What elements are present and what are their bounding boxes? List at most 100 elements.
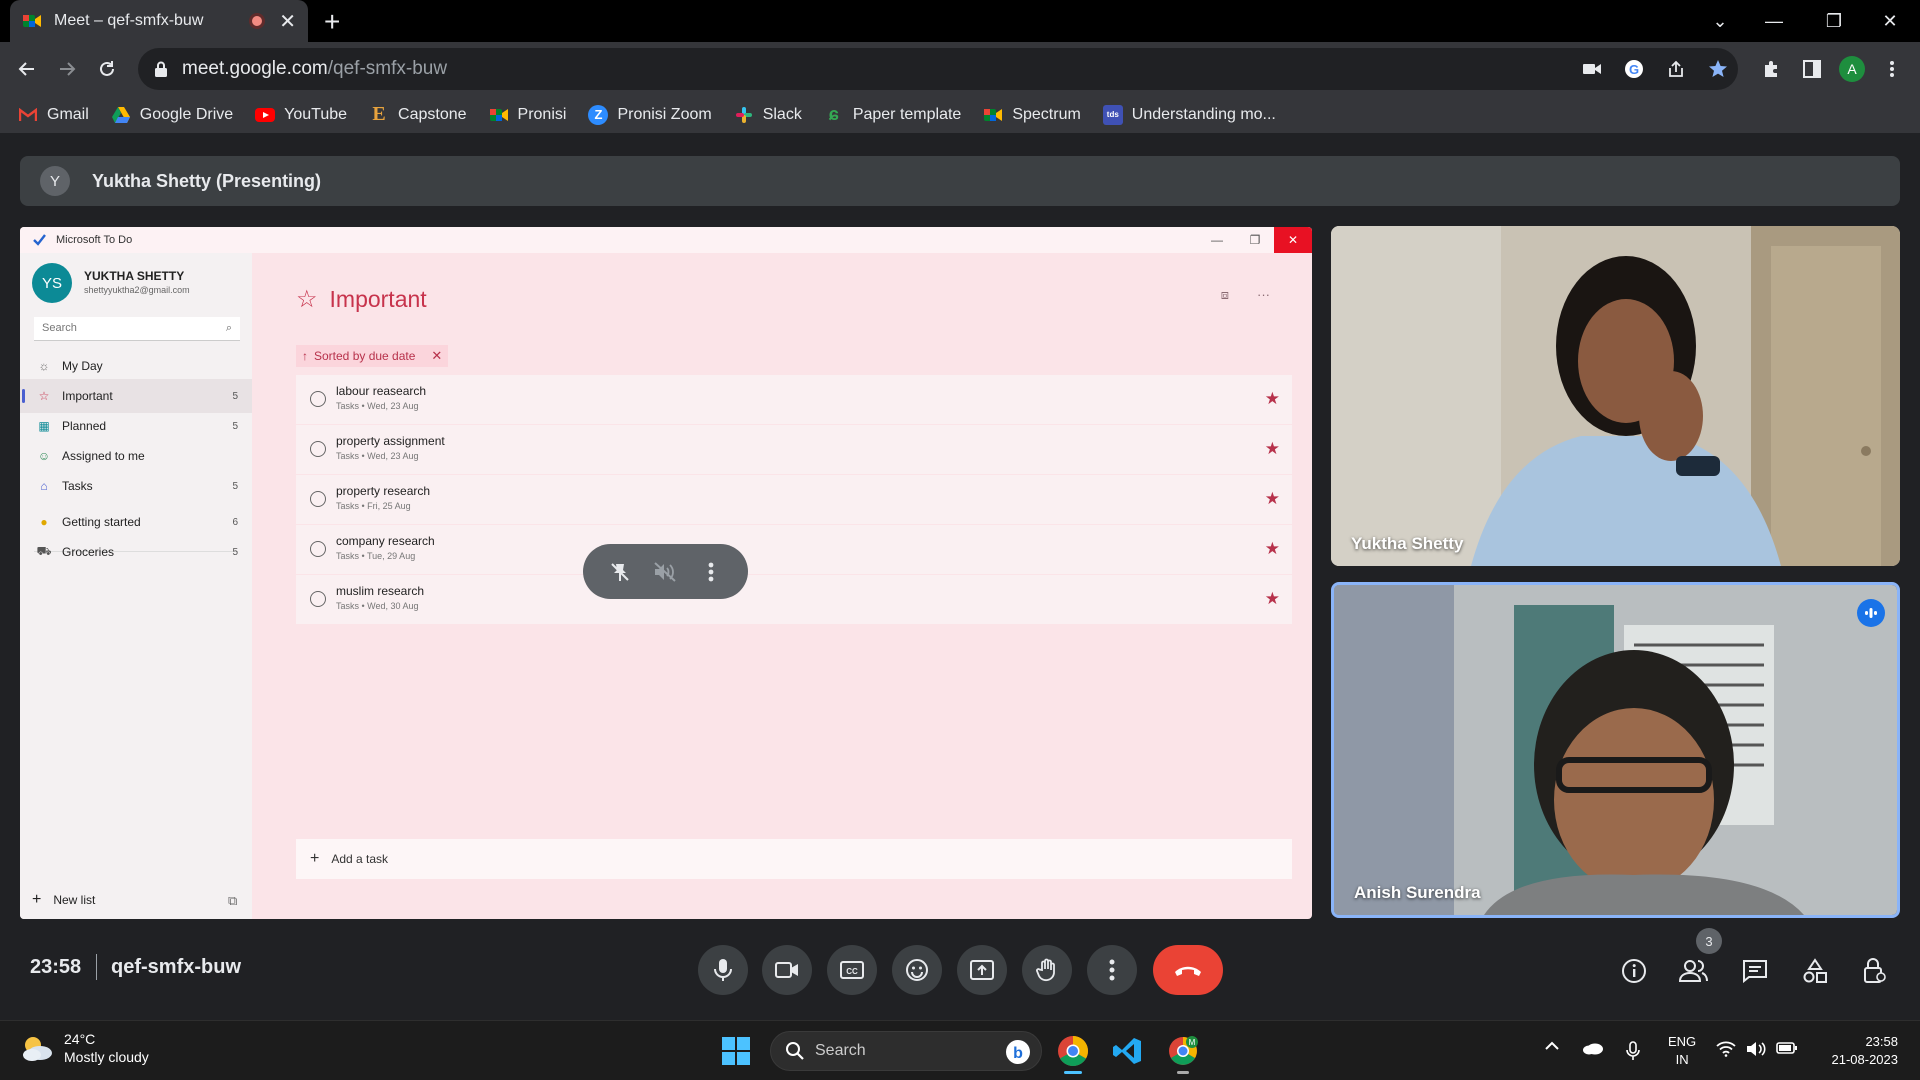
- start-button[interactable]: [722, 1037, 750, 1065]
- todo-user-name: YUKTHA SHETTY: [84, 269, 185, 283]
- share-icon[interactable]: [1664, 57, 1688, 81]
- show-hidden-icons-chevron-icon[interactable]: [1544, 1041, 1560, 1051]
- more-vert-icon: [1109, 959, 1115, 981]
- browser-toolbar: meet.google.com/qef-smfx-buw G A: [0, 42, 1920, 96]
- onedrive-cloud-icon[interactable]: [1582, 1041, 1604, 1055]
- address-bar[interactable]: meet.google.com/qef-smfx-buw G: [138, 48, 1738, 90]
- zoom-icon: Z: [588, 104, 609, 125]
- task-name: property research: [336, 484, 431, 498]
- lock-icon: [155, 61, 167, 77]
- person-icon: ☺: [37, 449, 51, 463]
- chrome-menu-icon[interactable]: [1880, 57, 1904, 81]
- bookmark-gmail[interactable]: Gmail: [18, 105, 89, 125]
- chat-button[interactable]: [1739, 955, 1771, 987]
- tab-search-icon[interactable]: ⌄: [1692, 0, 1748, 42]
- system-clock[interactable]: 23:58 21-08-2023: [1832, 1033, 1899, 1069]
- chat-icon: [1743, 960, 1767, 983]
- host-controls-button[interactable]: [1859, 955, 1891, 987]
- bookmark-capstone[interactable]: E Capstone: [369, 103, 467, 125]
- close-window-button[interactable]: ✕: [1862, 0, 1918, 42]
- participant-name: Anish Surendra: [1354, 883, 1481, 902]
- taskbar-chrome-profile[interactable]: M: [1166, 1034, 1200, 1074]
- participant-tile-active-speaker[interactable]: Anish Surendra: [1331, 582, 1900, 918]
- task-meta: Tasks • Tue, 29 Aug: [336, 551, 416, 561]
- bookmark-slack[interactable]: Slack: [734, 105, 802, 125]
- search-icon: [786, 1042, 804, 1060]
- profile-avatar[interactable]: A: [1839, 56, 1865, 82]
- todo-check-icon: [33, 234, 46, 246]
- plus-icon: +: [310, 850, 320, 867]
- cart-icon: ⛟: [36, 544, 52, 558]
- bookmark-paper-template[interactable]: ɕ Paper template: [824, 104, 962, 125]
- participant-tile[interactable]: Yuktha Shetty: [1331, 226, 1900, 566]
- presentation-tile-controls: [583, 544, 748, 599]
- more-options-button[interactable]: [1087, 945, 1137, 995]
- battery-icon[interactable]: [1776, 1041, 1798, 1055]
- calendar-grid-icon: ▦: [38, 419, 50, 433]
- todo-list-count: 5: [232, 420, 238, 432]
- unpin-icon[interactable]: [607, 559, 633, 585]
- more-options-icon[interactable]: [698, 559, 724, 585]
- forward-button[interactable]: [52, 54, 82, 84]
- volume-icon[interactable]: [1746, 1041, 1766, 1057]
- leave-call-button[interactable]: [1153, 945, 1223, 995]
- microphone-in-use-icon[interactable]: [1626, 1041, 1640, 1061]
- wifi-icon[interactable]: [1716, 1041, 1736, 1057]
- bookmark-label: Capstone: [398, 105, 467, 123]
- close-tab-icon[interactable]: ✕: [279, 9, 296, 34]
- back-button[interactable]: [12, 54, 42, 84]
- bookmark-pronisi-zoom[interactable]: Z Pronisi Zoom: [588, 104, 712, 125]
- google-lens-icon[interactable]: G: [1622, 57, 1646, 81]
- raise-hand-button[interactable]: [1022, 945, 1072, 995]
- weather-widget[interactable]: 24°C Mostly cloudy: [20, 1031, 149, 1065]
- taskbar-vscode[interactable]: [1110, 1034, 1144, 1068]
- todo-list-tasks: ⌂ Tasks 5: [20, 469, 252, 503]
- minimize-button[interactable]: —: [1746, 0, 1802, 42]
- tab-title: Meet – qef-smfx-buw: [54, 12, 204, 29]
- chrome-profile-icon: M: [1169, 1036, 1198, 1065]
- raise-hand-icon: [1036, 958, 1055, 982]
- paper-template-icon: ɕ: [828, 104, 839, 124]
- todo-list-important: ☆ Important 5: [20, 379, 252, 413]
- arrow-up-icon: ↑: [302, 349, 308, 363]
- bing-icon: b: [1005, 1039, 1031, 1065]
- bookmark-google-drive[interactable]: Google Drive: [111, 105, 233, 125]
- mute-speaker-icon[interactable]: [652, 559, 678, 585]
- activities-button[interactable]: [1799, 955, 1831, 987]
- bookmark-youtube[interactable]: YouTube: [255, 105, 347, 125]
- reload-button[interactable]: [92, 54, 122, 84]
- todo-restore-button: ❐: [1249, 233, 1261, 247]
- camera-in-use-icon[interactable]: [1580, 57, 1604, 81]
- present-screen-button[interactable]: [957, 945, 1007, 995]
- new-tab-button[interactable]: +: [324, 6, 340, 38]
- side-panel-icon[interactable]: [1800, 57, 1824, 81]
- taskbar-chrome[interactable]: [1056, 1034, 1090, 1074]
- reactions-button[interactable]: [892, 945, 942, 995]
- important-star-icon: ★: [1264, 439, 1280, 458]
- task-name: property assignment: [336, 434, 445, 448]
- browser-tab-meet[interactable]: Meet – qef-smfx-buw ✕: [10, 0, 308, 42]
- meet-favicon-icon: [23, 15, 41, 27]
- restore-button[interactable]: ❐: [1806, 0, 1862, 42]
- meeting-details-button[interactable]: [1618, 955, 1650, 987]
- windows-taskbar: 24°C Mostly cloudy Search b M ENG IN 23:…: [0, 1020, 1920, 1080]
- people-icon: [1679, 960, 1708, 982]
- bookmark-spectrum[interactable]: Spectrum: [983, 105, 1081, 125]
- captions-button[interactable]: CC: [827, 945, 877, 995]
- task-row: property assignment Tasks • Wed, 23 Aug …: [296, 425, 1292, 474]
- bookmark-understanding[interactable]: tds Understanding mo...: [1102, 104, 1276, 125]
- bookmark-pronisi[interactable]: Pronisi: [489, 105, 566, 125]
- microphone-button[interactable]: [698, 945, 748, 995]
- language-indicator[interactable]: ENG IN: [1668, 1033, 1696, 1069]
- todo-list-my-day: ☼ My Day: [20, 349, 252, 383]
- active-app-indicator: [1064, 1071, 1082, 1074]
- reload-icon: [100, 61, 114, 76]
- camera-button[interactable]: [762, 945, 812, 995]
- participants-count-badge: 3: [1696, 928, 1722, 954]
- bookmark-star-icon[interactable]: [1706, 57, 1730, 81]
- extensions-icon[interactable]: [1760, 57, 1784, 81]
- meeting-time: 23:58: [30, 956, 82, 978]
- task-row: property research Tasks • Fri, 25 Aug ★: [296, 475, 1292, 524]
- people-button[interactable]: [1678, 955, 1710, 987]
- taskbar-search[interactable]: Search b: [770, 1031, 1042, 1071]
